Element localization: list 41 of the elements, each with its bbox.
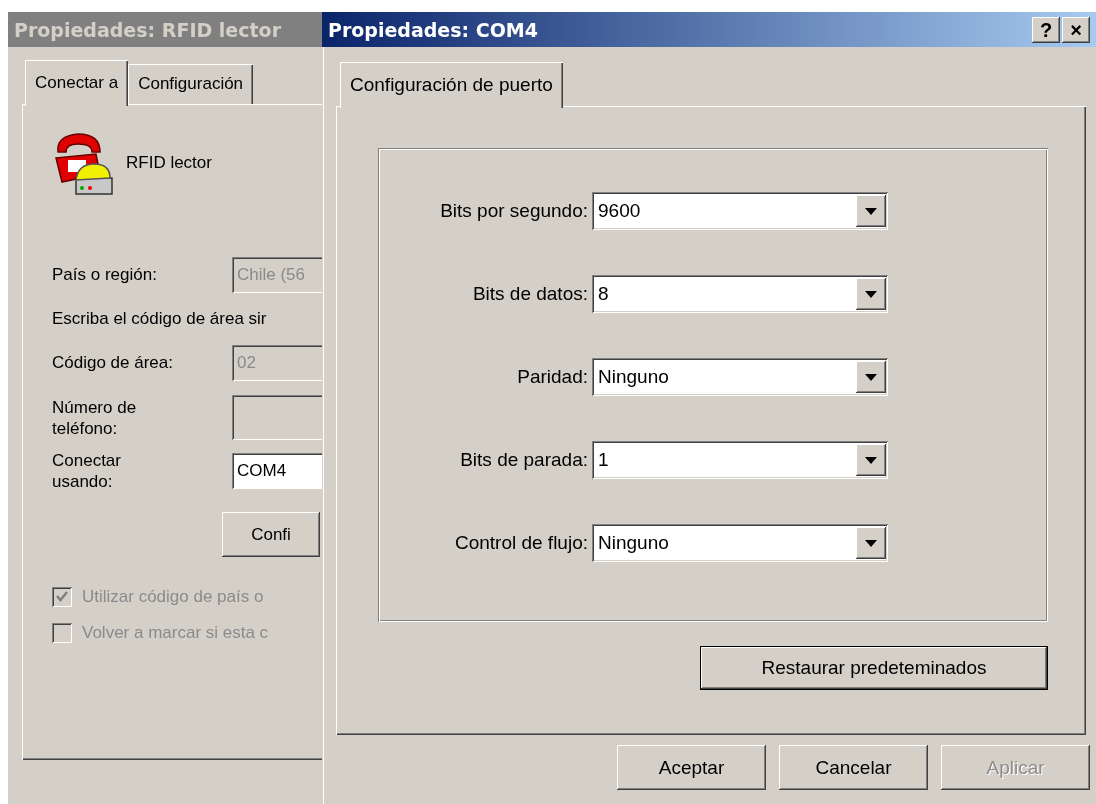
- field-label: Paridad:: [516, 365, 589, 389]
- dialog-button[interactable]: Cancelar: [779, 745, 928, 790]
- checkbox-label: Utilizar código de país o: [82, 587, 264, 607]
- close-button[interactable]: ×: [1062, 16, 1090, 43]
- caret-icon: [865, 539, 877, 547]
- tab[interactable]: Configuración de puerto: [340, 62, 563, 108]
- caret-icon: [865, 290, 877, 298]
- tab[interactable]: Configuración: [128, 64, 254, 104]
- field-label: Número de teléfono:: [52, 396, 138, 439]
- dropdown-field[interactable]: 1: [592, 441, 888, 479]
- field-label: País o región:: [52, 265, 158, 285]
- window-title: Propiedades: COM4: [328, 18, 539, 41]
- field-label: Bits por segundo:: [439, 199, 589, 223]
- caret-icon: [865, 373, 877, 381]
- help-button[interactable]: ?: [1032, 16, 1060, 43]
- text-field[interactable]: COM4: [232, 453, 322, 489]
- restore-button[interactable]: Restaurar predeteminados: [700, 646, 1048, 690]
- dropdown-button[interactable]: [856, 278, 886, 310]
- dropdown-field[interactable]: 8: [592, 275, 888, 313]
- field-label: Bits de datos:: [471, 282, 589, 306]
- dropdown-field[interactable]: 9600: [592, 192, 888, 230]
- connection-name: RFID lector: [126, 153, 212, 173]
- field-label: Bits de parada:: [459, 448, 589, 472]
- field-label: Control de flujo:: [453, 531, 589, 555]
- window-title: Propiedades: RFID lector: [8, 12, 322, 47]
- field-label: Conectar usando:: [52, 450, 122, 492]
- telephone-icon: [52, 130, 116, 196]
- dropdown-button[interactable]: [856, 195, 886, 227]
- hint-text: Escriba el código de área sir: [52, 309, 268, 329]
- checkbox-label: Volver a marcar si esta c: [82, 623, 269, 643]
- dropdown-field[interactable]: Ninguno: [592, 358, 888, 396]
- tab[interactable]: Conectar a: [25, 60, 129, 106]
- dropdown-button[interactable]: [856, 527, 886, 559]
- configure-button[interactable]: Confi: [222, 512, 320, 557]
- field-label: Código de área:: [52, 353, 174, 373]
- dropdown-button[interactable]: [856, 361, 886, 393]
- dropdown-button[interactable]: [856, 444, 886, 476]
- caret-icon: [865, 207, 877, 215]
- dialog-button[interactable]: Aceptar: [617, 745, 766, 790]
- caret-icon: [865, 456, 877, 464]
- dropdown-field[interactable]: Ninguno: [592, 524, 888, 562]
